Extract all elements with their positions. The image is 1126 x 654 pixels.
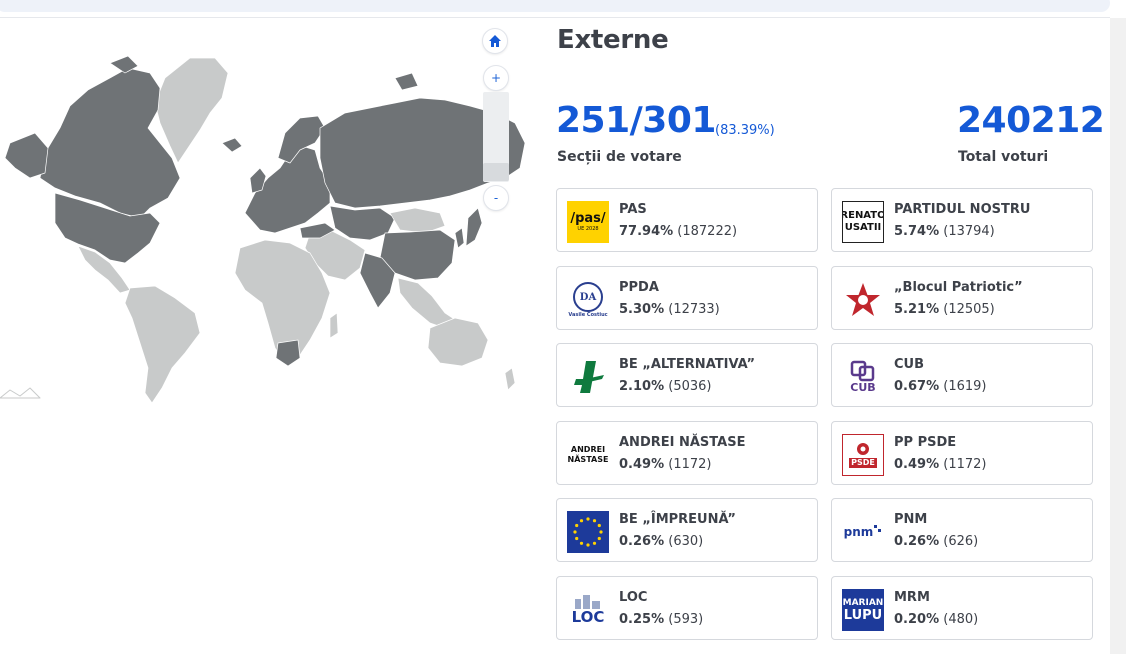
- map-region-mongolia: [389, 207, 446, 234]
- map-region-arctic-islands-2: [394, 72, 419, 91]
- map-zoom-out-button[interactable]: -: [483, 185, 509, 211]
- alternativa-logo: [567, 356, 609, 398]
- impreuna-logo: [567, 511, 609, 553]
- sections-percent: (83.39%): [715, 123, 775, 138]
- total-votes: 240212: [957, 100, 1105, 141]
- map-region-south-america: [124, 285, 201, 404]
- cub-squares-icon: [850, 360, 875, 382]
- party-result: 0.26% (630): [619, 534, 704, 549]
- search-bar[interactable]: [0, 0, 1110, 12]
- world-map-svg[interactable]: [0, 18, 530, 418]
- party-name: PNM: [894, 512, 928, 527]
- eu-stars-icon: [573, 517, 603, 547]
- party-card-loc[interactable]: LOC LOC 0.25% (593): [556, 576, 818, 640]
- pas-logo: /pas/ UE 2028: [567, 201, 609, 243]
- map-region-new-zealand: [504, 367, 516, 391]
- party-name: PAS: [619, 202, 647, 217]
- party-name: ANDREI NĂSTASE: [619, 435, 746, 450]
- map-region-greenland: [154, 57, 229, 164]
- party-result: 0.49% (1172): [894, 457, 987, 472]
- world-map[interactable]: [0, 18, 530, 418]
- party-name: PARTIDUL NOSTRU: [894, 202, 1031, 217]
- party-name: LOC: [619, 590, 648, 605]
- cub-logo: CUB: [842, 356, 884, 398]
- sections-count: 251/301: [556, 100, 716, 141]
- party-result: 0.49% (1172): [619, 457, 712, 472]
- page-scrollbar[interactable]: [1110, 18, 1126, 654]
- rose-icon: [857, 443, 869, 455]
- party-name: BE „ALTERNATIVA”: [619, 357, 756, 372]
- zoom-in-label: +: [490, 71, 502, 85]
- party-card-pp-psde[interactable]: PSDE PP PSDE 0.49% (1172): [831, 421, 1093, 485]
- party-card-ppda[interactable]: DA Vasile Costiuc PPDA 5.30% (12733): [556, 266, 818, 330]
- andrei-nastase-logo: ANDREI NĂSTASE: [567, 445, 609, 464]
- buildings-icon: [575, 595, 600, 609]
- map-region-japan: [465, 207, 483, 247]
- blocul-patriotic-logo: [842, 279, 884, 321]
- total-votes-label: Total voturi: [958, 149, 1049, 165]
- party-result: 0.26% (626): [894, 534, 979, 549]
- party-result: 5.74% (13794): [894, 224, 995, 239]
- party-name: PP PSDE: [894, 435, 957, 450]
- party-name: PPDA: [619, 280, 659, 295]
- party-name: BE „ÎMPREUNĂ”: [619, 512, 736, 527]
- party-result: 0.20% (480): [894, 612, 979, 627]
- ppda-logo: DA Vasile Costiuc: [567, 279, 609, 321]
- party-card-partidul-nostru[interactable]: RENATO USATII PARTIDUL NOSTRU 5.74% (137…: [831, 188, 1093, 252]
- home-icon: [489, 35, 501, 47]
- party-result: 77.94% (187222): [619, 224, 738, 239]
- party-card-mrm[interactable]: MARIAN LUPU MRM 0.20% (480): [831, 576, 1093, 640]
- sections-label: Secții de votare: [557, 149, 682, 165]
- party-card-andrei-nastase[interactable]: ANDREI NĂSTASE ANDREI NĂSTASE 0.49% (117…: [556, 421, 818, 485]
- pnm-logo: pnm: [842, 511, 884, 553]
- party-result: 5.30% (12733): [619, 302, 720, 317]
- map-region-alaska: [4, 132, 49, 179]
- map-region-iceland: [221, 137, 243, 153]
- party-result: 0.67% (1619): [894, 379, 987, 394]
- party-card-alternativa[interactable]: BE „ALTERNATIVA” 2.10% (5036): [556, 343, 818, 407]
- party-card-pnm[interactable]: pnm PNM 0.26% (626): [831, 498, 1093, 562]
- alternativa-a-icon: [574, 361, 604, 393]
- map-home-button[interactable]: [482, 28, 508, 54]
- map-zoom-in-button[interactable]: +: [483, 65, 509, 91]
- party-name: CUB: [894, 357, 925, 372]
- browser-address-bar: [0, 0, 1126, 18]
- map-region-australia: [427, 317, 489, 367]
- map-region-madagascar: [329, 312, 339, 339]
- party-card-pas[interactable]: /pas/ UE 2028 PAS 77.94% (187222): [556, 188, 818, 252]
- party-name: MRM: [894, 590, 930, 605]
- party-card-impreuna[interactable]: BE „ÎMPREUNĂ” 0.26% (630): [556, 498, 818, 562]
- zoom-out-label: -: [493, 191, 499, 205]
- party-name: „Blocul Patriotic”: [894, 280, 1023, 295]
- renato-usatii-logo: RENATO USATII: [842, 201, 884, 243]
- party-card-blocul-patriotic[interactable]: „Blocul Patriotic” 5.21% (12505): [831, 266, 1093, 330]
- loc-logo: LOC: [567, 589, 609, 631]
- map-region-antarctica-fragment: [0, 387, 41, 399]
- party-result: 5.21% (12505): [894, 302, 995, 317]
- marian-lupu-logo: MARIAN LUPU: [842, 589, 884, 631]
- star-icon: [846, 283, 880, 316]
- pnm-dots-icon: [874, 525, 882, 532]
- party-result: 0.25% (593): [619, 612, 704, 627]
- map-region-korea: [454, 227, 465, 249]
- page-title: Externe: [557, 25, 669, 55]
- map-zoom-slider-handle[interactable]: [483, 163, 509, 181]
- party-card-cub[interactable]: CUB CUB 0.67% (1619): [831, 343, 1093, 407]
- map-region-south-africa: [275, 339, 301, 367]
- party-result: 2.10% (5036): [619, 379, 712, 394]
- psde-logo: PSDE: [842, 434, 884, 476]
